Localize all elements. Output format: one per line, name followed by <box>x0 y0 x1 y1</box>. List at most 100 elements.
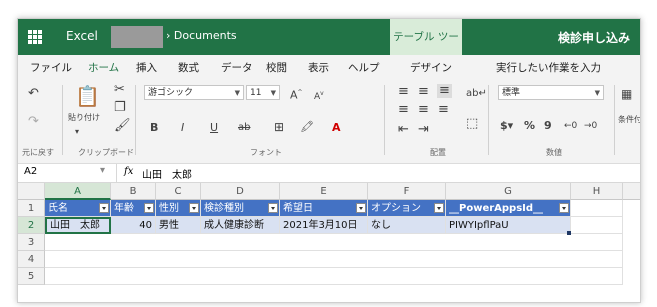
table-header-name[interactable]: 氏名 <box>45 200 111 217</box>
merge-center-icon[interactable]: ⬚ <box>466 117 478 131</box>
select-all-corner[interactable] <box>18 183 45 200</box>
row-4-cells[interactable] <box>45 251 623 268</box>
column-header-e[interactable]: E <box>280 183 368 200</box>
filter-dropdown-icon[interactable] <box>434 203 444 213</box>
column-header-h[interactable]: H <box>571 183 623 200</box>
bold-button[interactable]: B <box>150 121 158 135</box>
filter-dropdown-icon[interactable] <box>99 203 109 213</box>
paste-label[interactable]: 貼り付け <box>68 111 100 125</box>
column-header-b[interactable]: B <box>111 183 156 200</box>
filter-dropdown-icon[interactable] <box>356 203 366 213</box>
align-top-icon[interactable]: ≡ <box>398 85 409 99</box>
borders-icon[interactable]: ⊞ <box>274 120 284 134</box>
font-color-icon[interactable]: A <box>332 121 341 135</box>
number-format-dropdown[interactable]: 標準 ▼ <box>498 85 604 100</box>
number-group-label: 数値 <box>546 148 562 157</box>
row-header-3[interactable]: 3 <box>18 234 45 251</box>
strikethrough-button[interactable]: ab <box>238 121 250 135</box>
cell-f2[interactable]: なし <box>368 217 446 234</box>
align-left-icon[interactable]: ≡ <box>398 103 409 117</box>
undo-icon[interactable]: ↶ <box>28 87 39 101</box>
cell-b2[interactable]: 40 <box>111 217 156 234</box>
align-middle-icon[interactable]: ≡ <box>418 85 429 99</box>
name-box[interactable]: A2 <box>24 166 37 177</box>
table-header-option[interactable]: オプション <box>368 200 446 217</box>
cut-icon[interactable]: ✂ <box>114 83 125 97</box>
cell-d2[interactable]: 成人健康診断 <box>201 217 280 234</box>
align-bottom-icon[interactable]: ≡ <box>437 84 452 98</box>
conditional-format-icon[interactable]: ▦ <box>621 87 632 101</box>
font-name-dropdown[interactable]: 游ゴシック ▼ <box>144 85 244 100</box>
tab-help[interactable]: ヘルプ <box>348 60 380 75</box>
filter-dropdown-icon[interactable] <box>189 203 199 213</box>
row-5-cells[interactable] <box>45 268 623 285</box>
column-header-g[interactable]: G <box>446 183 571 200</box>
increase-indent-icon[interactable]: ⇥ <box>418 123 429 137</box>
fill-color-icon[interactable]: 🖍 <box>300 120 314 134</box>
row-header-1[interactable]: 1 <box>18 200 45 217</box>
tab-review[interactable]: 校閲 <box>266 60 287 75</box>
ribbon: ↶ ↷ 元に戻す 📋 貼り付け ▾ ✂ ❐ 🖌 クリップボード 游ゴシック ▼ 1… <box>18 77 640 164</box>
comma-format-icon[interactable]: 9 <box>544 119 552 133</box>
filter-dropdown-icon[interactable] <box>268 203 278 213</box>
conditional-format-label[interactable]: 条件付 <box>618 113 640 127</box>
align-center-icon[interactable]: ≡ <box>418 103 429 117</box>
column-header-f[interactable]: F <box>368 183 446 200</box>
tab-formulas[interactable]: 数式 <box>178 60 199 75</box>
tab-file[interactable]: ファイル <box>30 60 72 75</box>
grow-font-icon[interactable]: A^ <box>290 86 303 103</box>
row-header-5[interactable]: 5 <box>18 268 45 285</box>
decrease-decimal-icon[interactable]: →0 <box>584 119 597 133</box>
row-3-cells[interactable] <box>45 234 623 251</box>
row-header-4[interactable]: 4 <box>18 251 45 268</box>
table-header-powerappsid[interactable]: __PowerAppsId__ <box>446 200 571 217</box>
filter-dropdown-icon[interactable] <box>559 203 569 213</box>
document-title[interactable]: 検診申し込み <box>558 29 630 46</box>
table-header-exam-type[interactable]: 検診種別 <box>201 200 280 217</box>
table-header-date[interactable]: 希望日 <box>280 200 368 217</box>
name-box-dropdown-icon[interactable]: ▾ <box>100 165 105 176</box>
format-painter-icon[interactable]: 🖌 <box>114 119 131 133</box>
copy-icon[interactable]: ❐ <box>114 101 126 115</box>
ribbon-divider <box>62 85 63 155</box>
cell-h2[interactable] <box>571 217 623 234</box>
cell-e2[interactable]: 2021年3月10日 <box>280 217 368 234</box>
decrease-indent-icon[interactable]: ⇤ <box>398 123 409 137</box>
tab-design[interactable]: デザイン <box>410 60 452 75</box>
column-header-d[interactable]: D <box>201 183 280 200</box>
breadcrumb-documents[interactable]: Documents <box>174 29 237 42</box>
increase-decimal-icon[interactable]: ←0 <box>564 119 577 133</box>
cell-g2[interactable]: PIWYIpflPaU <box>446 217 571 234</box>
row-header-2[interactable]: 2 <box>18 217 45 234</box>
underline-button[interactable]: U <box>210 121 218 135</box>
table-header-age[interactable]: 年齢 <box>111 200 156 217</box>
shrink-font-icon[interactable]: Av <box>314 87 324 104</box>
insert-function-button[interactable]: fx <box>124 166 133 177</box>
wrap-text-icon[interactable]: ab↵ <box>466 87 487 101</box>
font-group-label: フォント <box>250 148 282 157</box>
paste-icon[interactable]: 📋 <box>75 85 100 107</box>
app-launcher-icon[interactable] <box>28 30 42 44</box>
tab-view[interactable]: 表示 <box>308 60 329 75</box>
font-size-dropdown[interactable]: 11 ▼ <box>246 85 280 100</box>
currency-format-icon[interactable]: $▾ <box>500 119 513 133</box>
breadcrumb[interactable]: › Documents <box>166 29 237 42</box>
tell-me-search[interactable]: 実行したい作業を入力 <box>496 60 601 75</box>
table-header-gender[interactable]: 性別 <box>156 200 201 217</box>
column-header-a[interactable]: A <box>45 183 111 200</box>
tab-insert[interactable]: 挿入 <box>136 60 157 75</box>
tab-data[interactable]: データ <box>221 60 253 75</box>
paste-dropdown-icon[interactable]: ▾ <box>75 125 79 139</box>
cell-h1[interactable] <box>571 200 623 217</box>
cell-c2[interactable]: 男性 <box>156 217 201 234</box>
app-name[interactable]: Excel <box>66 29 98 43</box>
percent-format-icon[interactable]: % <box>524 119 535 133</box>
column-header-c[interactable]: C <box>156 183 201 200</box>
filter-dropdown-icon[interactable] <box>144 203 154 213</box>
italic-button[interactable]: I <box>181 121 184 135</box>
align-right-icon[interactable]: ≡ <box>438 103 449 117</box>
redo-icon[interactable]: ↷ <box>28 115 39 129</box>
formula-divider <box>116 164 117 182</box>
formula-input[interactable]: 山田 太郎 <box>142 166 192 181</box>
cell-a2-selected[interactable]: 山田 太郎 <box>45 217 111 234</box>
